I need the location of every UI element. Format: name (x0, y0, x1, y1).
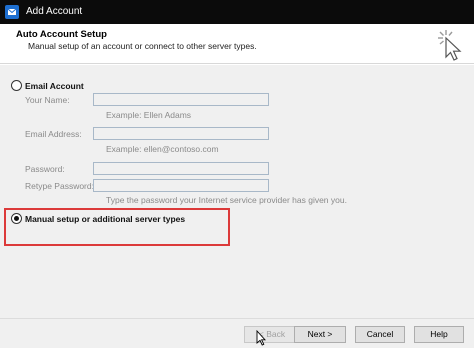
cancel-button[interactable]: Cancel (355, 326, 405, 343)
title-bar: Add Account (0, 0, 474, 24)
outlook-icon (5, 5, 19, 19)
window-title: Add Account (26, 6, 83, 17)
your-name-field[interactable] (93, 93, 269, 106)
mouse-pointer-icon (256, 330, 266, 346)
password-label: Password: (25, 164, 65, 174)
button-bar: < Back Next > Cancel Help (0, 318, 474, 348)
manual-setup-label[interactable]: Manual setup or additional server types (25, 214, 185, 224)
your-name-label: Your Name: (25, 95, 70, 105)
email-account-label[interactable]: Email Account (25, 81, 84, 91)
email-address-example: Example: ellen@contoso.com (106, 144, 219, 154)
retype-password-field[interactable] (93, 179, 269, 192)
password-hint: Type the password your Internet service … (106, 195, 347, 205)
email-address-label: Email Address: (25, 129, 82, 139)
wizard-header: Auto Account Setup Manual setup of an ac… (0, 24, 474, 64)
email-account-radio[interactable] (11, 80, 22, 91)
password-field[interactable] (93, 162, 269, 175)
next-button[interactable]: Next > (294, 326, 346, 343)
page-title: Auto Account Setup (16, 29, 107, 40)
cursor-click-icon (438, 30, 462, 61)
help-button[interactable]: Help (414, 326, 464, 343)
back-button[interactable]: < Back (244, 326, 300, 343)
manual-setup-radio[interactable] (11, 213, 22, 224)
your-name-example: Example: Ellen Adams (106, 110, 192, 120)
retype-password-label: Retype Password: (25, 181, 94, 191)
email-address-field[interactable] (93, 127, 269, 140)
page-subtitle: Manual setup of an account or connect to… (28, 41, 257, 51)
dialog-content: Email Account Your Name: Example: Ellen … (0, 65, 474, 318)
